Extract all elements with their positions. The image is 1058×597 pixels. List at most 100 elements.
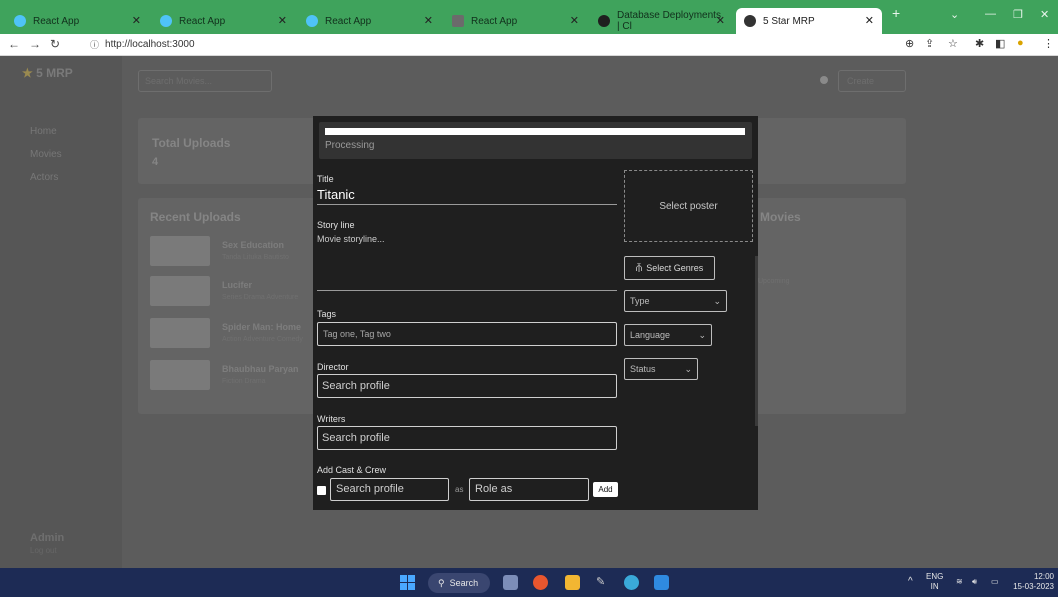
most-rated-item: Upcoming <box>758 278 790 285</box>
cast-search-input[interactable]: Search profile <box>330 478 449 501</box>
recent-uploads-title: Recent Uploads <box>150 210 241 224</box>
recent-item-title[interactable]: Spider Man: Home <box>222 322 301 332</box>
volume-icon[interactable]: 🔊︎ <box>972 577 977 587</box>
tags-input[interactable]: Tag one, Tag two <box>317 322 617 346</box>
react-favicon-icon <box>306 15 318 27</box>
director-search-input[interactable]: Search profile <box>317 374 617 398</box>
share-icon[interactable]: ⇪ <box>925 37 934 50</box>
logo-star-icon: ★ <box>22 66 33 80</box>
browser-tab[interactable]: React App ✕ <box>444 8 587 34</box>
tray-chevron-up-icon[interactable]: ^ <box>908 577 913 587</box>
movie-thumbnail[interactable] <box>150 318 210 348</box>
theme-toggle-icon[interactable] <box>820 76 828 84</box>
movie-thumbnail[interactable] <box>150 360 210 390</box>
cast-crew-label: Add Cast & Crew <box>317 465 387 475</box>
clock[interactable]: 12:00 15-03-2023 <box>1008 572 1054 592</box>
url-text: http://localhost:3000 <box>105 39 195 50</box>
browser-tab[interactable]: React App ✕ <box>152 8 295 34</box>
zoom-icon[interactable]: ⊕ <box>905 37 914 50</box>
writers-search-input[interactable]: Search profile <box>317 426 617 450</box>
movie-search-input[interactable]: Search Movies... <box>138 70 272 92</box>
title-input[interactable]: Titanic <box>317 187 355 202</box>
browser-tab[interactable]: Database Deployments | Cl ✕ <box>590 8 733 34</box>
browser-tab-bar: React App ✕ React App ✕ React App ✕ Reac… <box>0 0 1058 34</box>
sidebar-item-movies[interactable]: Movies <box>30 149 62 160</box>
close-tab-icon[interactable]: ✕ <box>132 14 141 27</box>
create-button[interactable]: Create <box>838 70 906 92</box>
vscode-icon[interactable] <box>654 575 669 590</box>
storyline-textarea[interactable]: Movie storyline... <box>317 234 385 244</box>
browser-tab-active[interactable]: 5 Star MRP ✕ <box>736 8 882 34</box>
profile-avatar-icon[interactable]: ● <box>1017 37 1024 49</box>
as-label: as <box>455 485 464 494</box>
clock-date: 15-03-2023 <box>1013 582 1054 591</box>
file-explorer-icon[interactable] <box>565 575 580 590</box>
recent-item-title[interactable]: Bhaubhau Paryan <box>222 364 299 374</box>
close-tab-icon[interactable]: ✕ <box>570 14 579 27</box>
minimize-button[interactable]: — <box>985 8 996 20</box>
type-select[interactable]: Type ⌄ <box>624 290 727 312</box>
pen-icon[interactable]: ✎ <box>596 575 611 590</box>
add-cast-button[interactable]: Add <box>593 482 618 497</box>
role-input[interactable]: Role as <box>469 478 589 501</box>
app-favicon-icon <box>744 15 756 27</box>
app-icon[interactable] <box>624 575 639 590</box>
battery-icon[interactable]: ▭ <box>991 577 999 587</box>
modal-scrollbar[interactable] <box>755 256 758 426</box>
app-sidebar: ★ 5 MRP Home Movies Actors Admin Log out <box>0 56 122 568</box>
task-view-icon[interactable] <box>503 575 518 590</box>
select-genres-button[interactable]: ⫚ Select Genres <box>624 256 715 280</box>
recent-item-sub: Action Adventure Comedy <box>222 336 303 343</box>
movie-thumbnail[interactable] <box>150 276 210 306</box>
close-tab-icon[interactable]: ✕ <box>716 14 725 27</box>
tab-title: React App <box>33 15 80 27</box>
browser-tab[interactable]: React App ✕ <box>298 8 441 34</box>
sidebar-item-actors[interactable]: Actors <box>30 172 58 183</box>
tab-title: Database Deployments | Cl <box>617 10 721 32</box>
close-window-button[interactable]: ✕ <box>1040 8 1049 21</box>
app-logo[interactable]: ★ 5 MRP <box>22 66 73 80</box>
react-favicon-icon <box>14 15 26 27</box>
tags-label: Tags <box>317 309 337 319</box>
lead-actor-checkbox[interactable] <box>317 486 326 495</box>
back-arrow-icon[interactable]: ← <box>8 37 20 51</box>
sidebar-item-home[interactable]: Home <box>30 126 57 137</box>
bookmark-star-icon[interactable]: ☆ <box>948 37 958 50</box>
recent-item-title[interactable]: Sex Education <box>222 240 284 250</box>
recent-item-sub: Fiction Drama <box>222 378 266 385</box>
forward-arrow-icon[interactable]: → <box>29 37 41 51</box>
title-underline <box>317 204 617 205</box>
logout-link[interactable]: Log out <box>30 546 57 555</box>
lang-bottom: IN <box>930 582 939 591</box>
app-favicon-icon <box>452 15 464 27</box>
tab-search-chevron-icon[interactable]: ⌄ <box>950 8 959 21</box>
movie-thumbnail[interactable] <box>150 236 210 266</box>
recent-item-title[interactable]: Lucifer <box>222 280 252 290</box>
close-tab-icon[interactable]: ✕ <box>865 14 874 27</box>
language-indicator[interactable]: ENG IN <box>926 572 943 592</box>
new-tab-button[interactable]: + <box>892 5 900 21</box>
poster-label: Select poster <box>659 200 718 212</box>
upload-progress-bar <box>325 128 745 135</box>
language-select[interactable]: Language ⌄ <box>624 324 712 346</box>
close-tab-icon[interactable]: ✕ <box>278 14 287 27</box>
maximize-button[interactable]: ❐ <box>1013 8 1023 21</box>
info-icon[interactable]: ⓘ <box>90 38 99 51</box>
url-field[interactable]: ⓘ http://localhost:3000 <box>90 38 195 51</box>
status-select[interactable]: Status ⌄ <box>624 358 698 380</box>
extensions-icon[interactable]: ✱ <box>975 37 984 50</box>
chrome-icon[interactable] <box>533 575 548 590</box>
genres-label: Select Genres <box>646 263 704 273</box>
windows-start-icon[interactable] <box>400 575 415 590</box>
taskbar-search-button[interactable]: ⚲ Search <box>428 573 490 593</box>
chevron-down-icon: ⌄ <box>698 329 706 340</box>
close-tab-icon[interactable]: ✕ <box>424 14 433 27</box>
browser-tab[interactable]: React App ✕ <box>6 8 149 34</box>
type-select-value: Type <box>630 296 650 306</box>
side-panel-icon[interactable]: ◧ <box>995 37 1005 50</box>
wifi-icon[interactable]: ≋ <box>956 577 963 587</box>
select-poster-dropzone[interactable]: Select poster <box>624 170 753 242</box>
browser-menu-icon[interactable]: ⋮ <box>1043 37 1054 50</box>
writers-label: Writers <box>317 414 346 424</box>
reload-icon[interactable]: ↻ <box>50 37 60 51</box>
